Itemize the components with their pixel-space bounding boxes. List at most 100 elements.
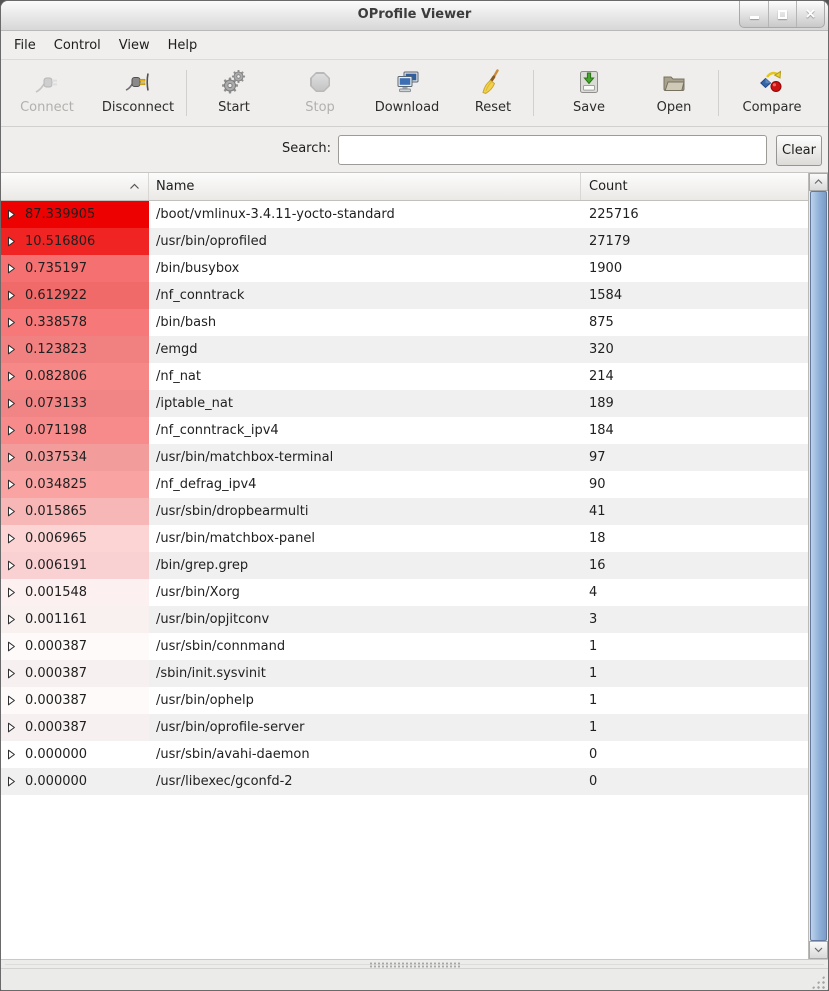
table-body: 87.339905 /boot/vmlinux-3.4.11-yocto-sta… [1,201,808,795]
row-percent: 0.006965 [25,531,87,546]
statusbar [1,968,828,991]
expander-triangle-icon[interactable] [7,614,16,625]
maximize-icon [778,10,787,19]
menu-view[interactable]: View [110,34,159,57]
table-row[interactable]: 0.000387 /sbin/init.sysvinit 1 [1,660,808,687]
table-row[interactable]: 0.000000 /usr/sbin/avahi-daemon 0 [1,741,808,768]
expander-triangle-icon[interactable] [7,236,16,247]
search-input[interactable] [338,135,767,165]
expander-triangle-icon[interactable] [7,695,16,706]
expander-triangle-icon[interactable] [7,479,16,490]
scroll-down-button[interactable] [809,941,828,959]
table-row[interactable]: 0.006191 /bin/grep.grep 16 [1,552,808,579]
expander-triangle-icon[interactable] [7,425,16,436]
column-header-name[interactable]: Name [149,173,581,200]
row-percent-cell: 0.006191 [1,552,149,579]
row-count: 90 [581,471,808,498]
maximize-button[interactable] [768,1,796,27]
table-row[interactable]: 0.000387 /usr/sbin/connmand 1 [1,633,808,660]
toolbar: Connect Disconnect [1,59,828,127]
table-row[interactable]: 0.001161 /usr/bin/opjitconv 3 [1,606,808,633]
expander-triangle-icon[interactable] [7,668,16,679]
toolbar-separator [533,70,534,116]
expander-triangle-icon[interactable] [7,290,16,301]
row-name: /usr/bin/oprofile-server [149,714,581,741]
table-row[interactable]: 0.000387 /usr/bin/oprofile-server 1 [1,714,808,741]
table-row[interactable]: 10.516806 /usr/bin/oprofiled 27179 [1,228,808,255]
row-percent-cell: 87.339905 [1,201,149,228]
row-count: 189 [581,390,808,417]
vertical-scrollbar [808,173,828,959]
expander-triangle-icon[interactable] [7,533,16,544]
toolbar-button-reset[interactable]: Reset [454,64,532,122]
table-row[interactable]: 0.082806 /nf_nat 214 [1,363,808,390]
table-row[interactable]: 0.123823 /emgd 320 [1,336,808,363]
table-row[interactable]: 0.037534 /usr/bin/matchbox-terminal 97 [1,444,808,471]
menu-control[interactable]: Control [45,34,110,57]
row-percent: 0.001161 [25,612,87,627]
expander-triangle-icon[interactable] [7,722,16,733]
toolbar-button-disconnect[interactable]: Disconnect [91,64,185,122]
toolbar-button-compare[interactable]: Compare [724,64,820,122]
expander-triangle-icon[interactable] [7,263,16,274]
toolbar-label: Connect [20,100,74,115]
minimize-button[interactable] [740,1,768,27]
row-name: /usr/bin/opjitconv [149,606,581,633]
row-name: /usr/sbin/dropbearmulti [149,498,581,525]
gears-icon [221,69,247,95]
table-row[interactable]: 0.735197 /bin/busybox 1900 [1,255,808,282]
row-percent-cell: 0.338578 [1,309,149,336]
menu-help[interactable]: Help [159,34,207,57]
table-row[interactable]: 0.000387 /usr/bin/ophelp 1 [1,687,808,714]
row-percent-cell: 0.735197 [1,255,149,282]
expander-triangle-icon[interactable] [7,749,16,760]
table-row[interactable]: 0.000000 /usr/libexec/gconfd-2 0 [1,768,808,795]
table-row[interactable]: 0.073133 /iptable_nat 189 [1,390,808,417]
expander-triangle-icon[interactable] [7,209,16,220]
table-row[interactable]: 0.034825 /nf_defrag_ipv4 90 [1,471,808,498]
table-row[interactable]: 0.071198 /nf_conntrack_ipv4 184 [1,417,808,444]
toolbar-button-open[interactable]: Open [631,64,717,122]
column-header-count[interactable]: Count [581,173,808,200]
toolbar-button-download[interactable]: Download [360,64,454,122]
table-row[interactable]: 0.015865 /usr/sbin/dropbearmulti 41 [1,498,808,525]
expander-triangle-icon[interactable] [7,398,16,409]
close-button[interactable]: × [796,1,824,27]
searchbar: Search: Clear [1,127,828,173]
table-row[interactable]: 0.006965 /usr/bin/matchbox-panel 18 [1,525,808,552]
expander-triangle-icon[interactable] [7,344,16,355]
row-percent: 0.073133 [25,396,87,411]
expander-triangle-icon[interactable] [7,776,16,787]
scroll-up-button[interactable] [809,173,828,191]
expander-triangle-icon[interactable] [7,587,16,598]
scrollbar-thumb[interactable] [810,191,827,941]
row-percent-cell: 0.073133 [1,390,149,417]
row-percent: 0.001548 [25,585,87,600]
resize-grip-icon[interactable] [811,975,825,989]
row-name: /bin/busybox [149,255,581,282]
row-name: /bin/grep.grep [149,552,581,579]
minimize-icon [750,16,759,19]
table-row[interactable]: 0.001548 /usr/bin/Xorg 4 [1,579,808,606]
column-header-percent[interactable] [1,173,149,200]
expander-triangle-icon[interactable] [7,452,16,463]
table-row[interactable]: 87.339905 /boot/vmlinux-3.4.11-yocto-sta… [1,201,808,228]
expander-triangle-icon[interactable] [7,317,16,328]
expander-triangle-icon[interactable] [7,371,16,382]
row-percent: 0.612922 [25,288,87,303]
table-row[interactable]: 0.612922 /nf_conntrack 1584 [1,282,808,309]
expander-triangle-icon[interactable] [7,560,16,571]
toolbar-button-start[interactable]: Start [188,64,280,122]
table-row[interactable]: 0.338578 /bin/bash 875 [1,309,808,336]
toolbar-label: Compare [743,100,802,115]
row-percent: 0.037534 [25,450,87,465]
expander-triangle-icon[interactable] [7,641,16,652]
clear-button[interactable]: Clear [776,135,822,166]
row-name: /nf_conntrack_ipv4 [149,417,581,444]
row-name: /usr/sbin/avahi-daemon [149,741,581,768]
folder-icon [661,69,687,95]
toolbar-button-save[interactable]: Save [547,64,631,122]
row-percent-cell: 0.000000 [1,741,149,768]
expander-triangle-icon[interactable] [7,506,16,517]
menu-file[interactable]: File [5,34,45,57]
